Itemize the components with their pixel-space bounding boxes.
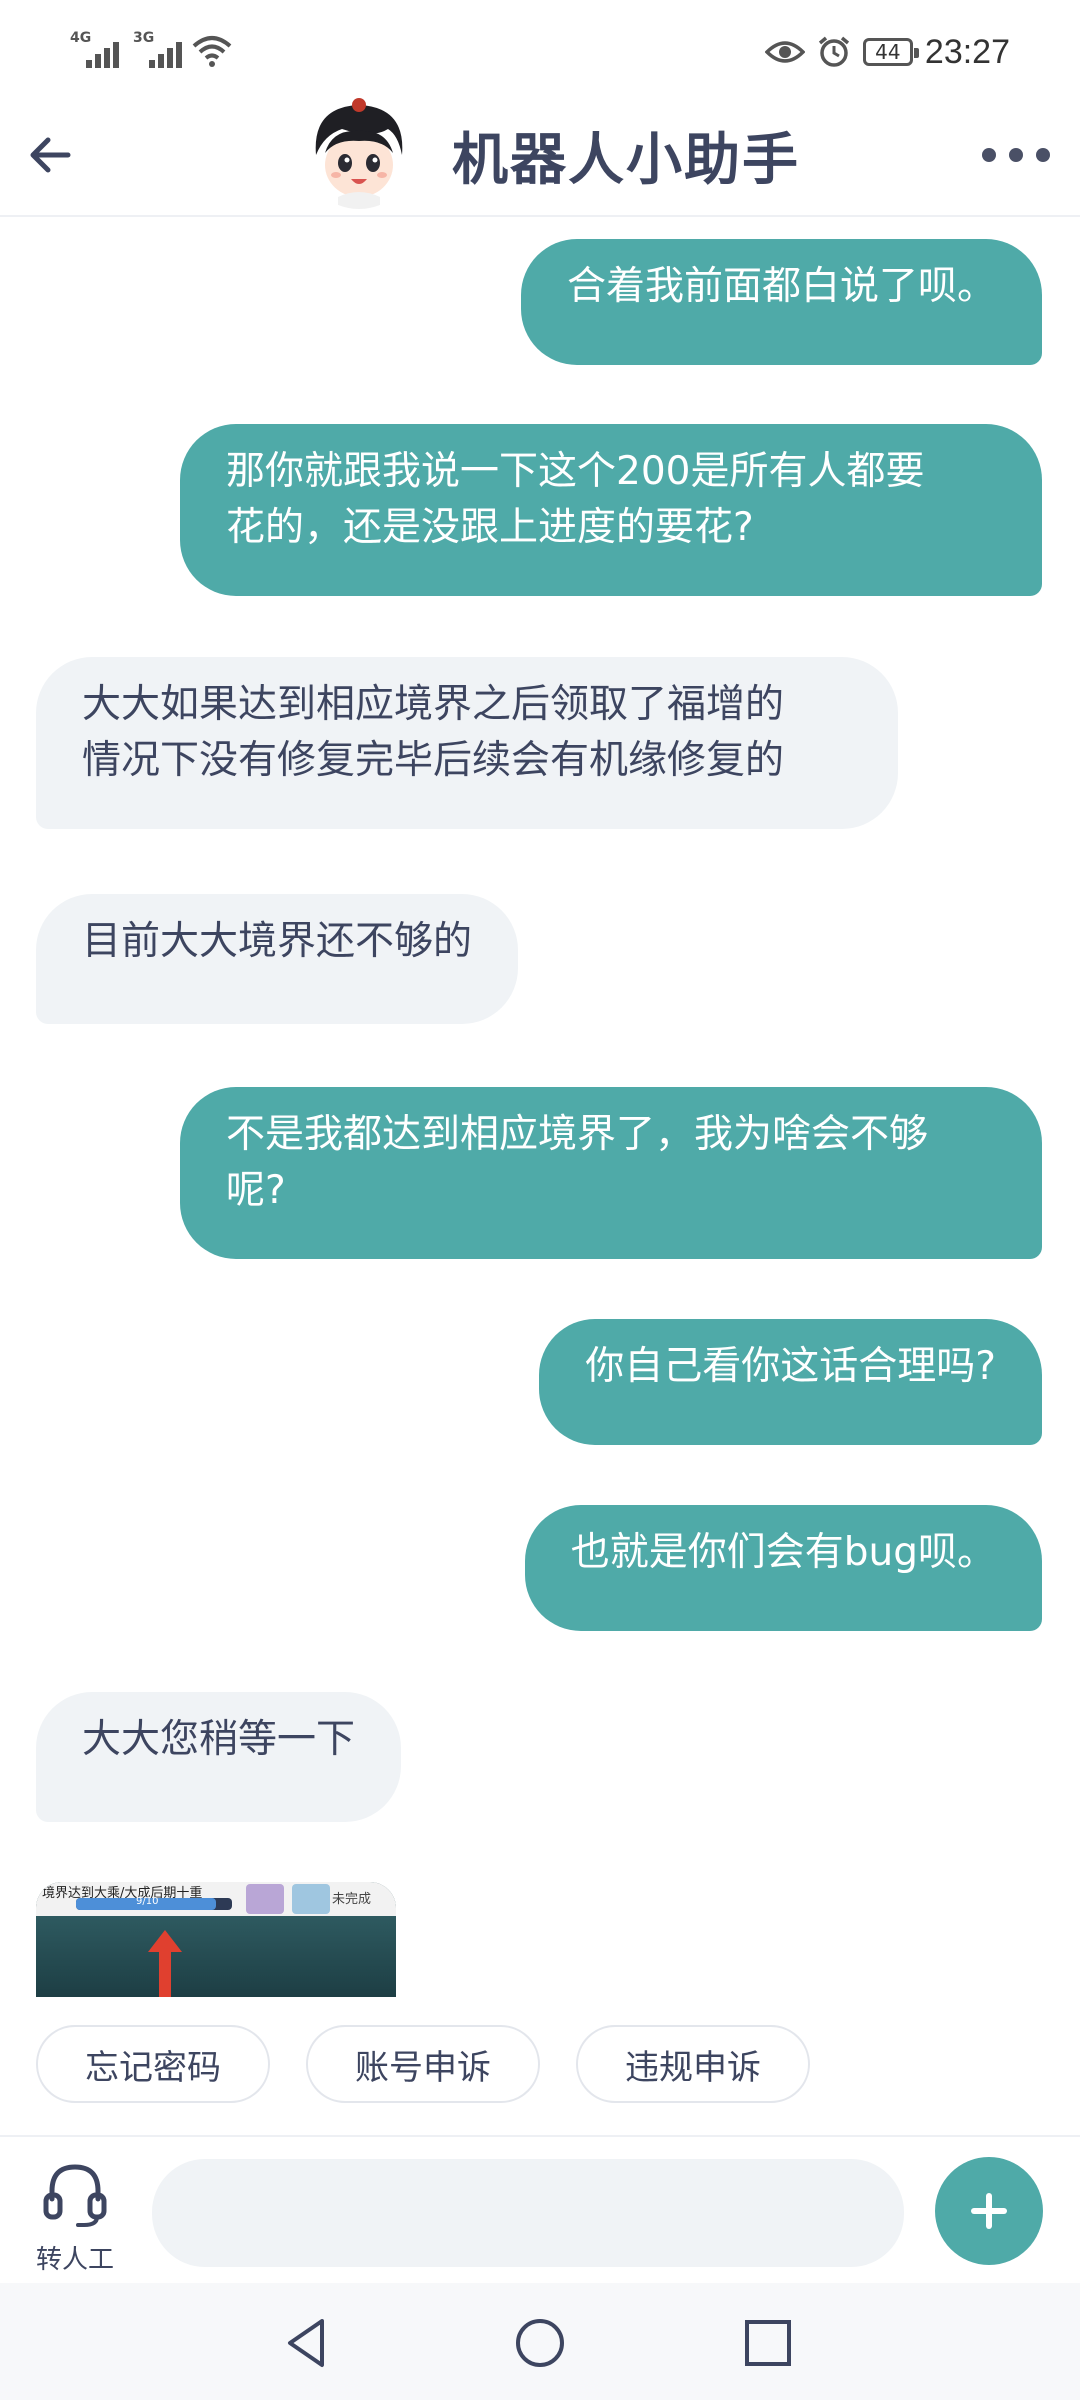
transfer-to-human-label: 转人工: [35, 2245, 114, 2275]
battery-level: 44: [875, 40, 901, 64]
image-progress-text: 9/10: [136, 1896, 159, 1907]
system-navigation-bar: [0, 2283, 1080, 2400]
more-options-icon[interactable]: [982, 143, 1050, 167]
message-bubble-outgoing: 你自己看你这话合理吗?: [539, 1319, 1042, 1445]
chat-header: 机器人小助手: [0, 95, 1080, 217]
message-bubble-incoming: 目前大大境界还不够的: [36, 894, 519, 1024]
quick-reply-forgot-password[interactable]: 忘记密码: [36, 2025, 270, 2103]
eye-icon: [764, 41, 805, 63]
nav-back-icon[interactable]: [278, 2313, 338, 2373]
message-bubble-outgoing: 也就是你们会有bug呗。: [524, 1505, 1042, 1631]
headset-icon: [43, 2164, 107, 2227]
page-title: 机器人小助手: [452, 128, 800, 193]
clock: 23:27: [924, 32, 1010, 71]
battery-icon: 44: [862, 38, 919, 66]
image-status-text: 未完成: [332, 1892, 372, 1907]
chat-messages[interactable]: 合着我前面都白说了呗。 那你就跟我说一下这个200是所有人都要 花的，还是没跟上…: [0, 217, 1080, 1997]
alarm-icon: [818, 36, 850, 67]
avatar-character-icon: [302, 95, 416, 209]
reward-item-icon: [246, 1884, 284, 1914]
nav-recents-icon[interactable]: [738, 2313, 798, 2373]
add-attachment-button[interactable]: [935, 2157, 1043, 2265]
reward-item-icon: [292, 1884, 330, 1914]
image-scene: [36, 1916, 396, 1997]
message-bubble-outgoing: 那你就跟我说一下这个200是所有人都要 花的，还是没跟上进度的要花?: [180, 424, 1042, 596]
status-bar: 4G 3G 44 23:27: [0, 0, 1080, 95]
signal-4g-icon: 4G: [70, 30, 130, 70]
wifi-icon: [192, 36, 232, 67]
image-message-thumbnail[interactable]: 境界达到大乘/大成后期十重 9/10 未完成: [36, 1882, 396, 1997]
message-bubble-incoming: 大大如果达到相应境界之后领取了福增的 情况下没有修复完毕后续会有机缘修复的: [36, 657, 898, 829]
message-input[interactable]: [152, 2159, 904, 2267]
back-arrow-icon[interactable]: [22, 125, 82, 185]
avatar[interactable]: [302, 95, 416, 209]
quick-reply-violation-appeal[interactable]: 违规申诉: [576, 2025, 810, 2103]
transfer-to-human-button[interactable]: 转人工: [30, 2161, 120, 2275]
image-progress-bar: 9/10: [76, 1896, 232, 1910]
red-arrow-icon: [148, 1930, 182, 1997]
quick-replies: 忘记密码 账号申诉 违规申诉: [0, 2025, 1080, 2105]
message-bubble-outgoing: 不是我都达到相应境界了，我为啥会不够 呢?: [180, 1087, 1042, 1259]
input-bar: 转人工: [0, 2135, 1080, 2285]
nav-home-icon[interactable]: [510, 2313, 570, 2373]
signal-3g-icon: 3G: [133, 30, 193, 70]
message-bubble-outgoing: 合着我前面都白说了呗。: [520, 239, 1042, 365]
message-bubble-incoming: 大大您稍等一下: [36, 1692, 402, 1822]
quick-reply-account-appeal[interactable]: 账号申诉: [306, 2025, 540, 2103]
